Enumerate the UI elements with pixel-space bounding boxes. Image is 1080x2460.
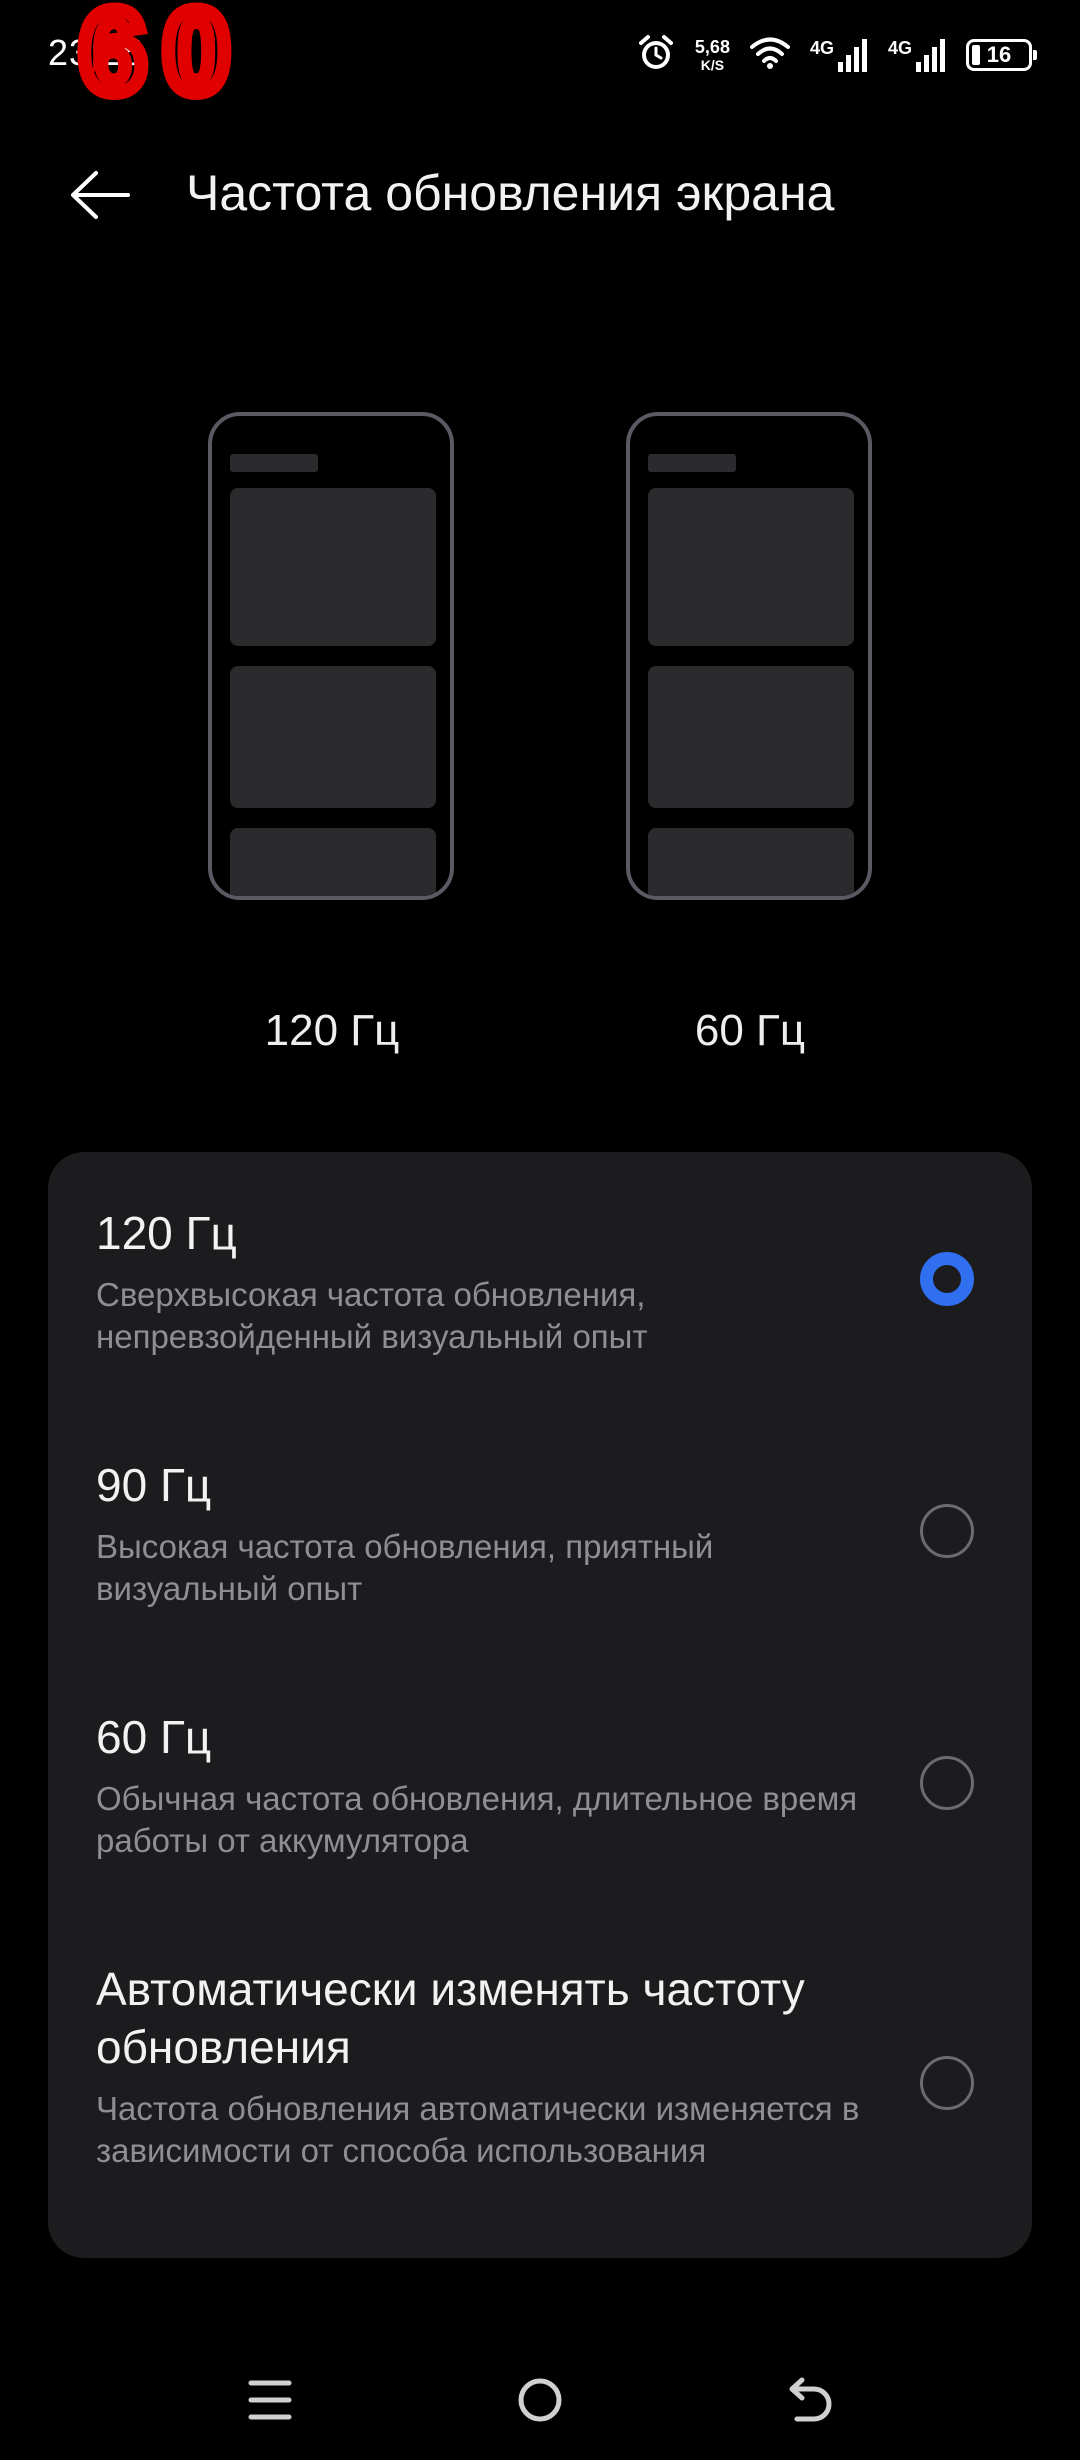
sim1-label: 4G — [809, 38, 834, 58]
status-bar: 23:25 60 5,68 K/S 4G 4G 16 — [0, 0, 1080, 118]
preview-card — [648, 828, 854, 896]
navigation-bar — [0, 2340, 1080, 2460]
back-button[interactable] — [60, 160, 140, 230]
radio-auto[interactable] — [920, 2056, 974, 2110]
phone-preview-120 — [208, 412, 454, 900]
option-title: 90 Гц — [96, 1459, 212, 1511]
radio-90hz[interactable] — [920, 1504, 974, 1558]
preview-bar — [648, 454, 736, 472]
option-title: 60 Гц — [96, 1711, 212, 1763]
nav-back-button[interactable] — [770, 2360, 850, 2440]
option-title: Автоматически изменять частоту обновлени… — [96, 1963, 805, 2073]
net-speed-unit: K/S — [700, 57, 725, 73]
option-120hz[interactable]: 120 Гц Сверхвысокая частота обновления, … — [48, 1152, 1032, 1404]
return-icon — [789, 2377, 832, 2422]
signal-sim1: 4G — [810, 38, 868, 72]
preview-bar — [230, 454, 318, 472]
preview-label-120: 120 Гц — [264, 1006, 400, 1055]
option-description: Сверхвысокая частота обновления, непревз… — [96, 1276, 648, 1355]
net-speed: 5,68 K/S — [695, 37, 730, 73]
nav-recents-button[interactable] — [230, 2360, 310, 2440]
battery-level: 16 — [986, 42, 1012, 67]
sim2-label: 4G — [887, 38, 912, 58]
preview-card — [230, 666, 436, 808]
alarm-icon — [637, 33, 675, 78]
signal-icon — [837, 39, 867, 72]
nav-home-button[interactable] — [500, 2360, 580, 2440]
fps-overlay: 60 — [73, 0, 248, 118]
preview-card — [230, 488, 436, 646]
wifi-icon — [749, 36, 790, 75]
preview-label-60: 60 Гц — [694, 1006, 806, 1055]
option-title: 120 Гц — [96, 1207, 237, 1259]
refresh-rate-options: 120 Гц Сверхвысокая частота обновления, … — [48, 1152, 1032, 2258]
page-title: Частота обновления экрана — [186, 165, 835, 221]
option-description: Частота обновления автоматически изменяе… — [96, 2090, 860, 2169]
option-auto[interactable]: Автоматически изменять частоту обновлени… — [48, 1908, 1032, 2258]
battery-fill — [972, 45, 980, 65]
option-60hz[interactable]: 60 Гц Обычная частота обновления, длител… — [48, 1656, 1032, 1908]
preview-card — [230, 828, 436, 896]
net-speed-value: 5,68 — [694, 37, 730, 57]
option-90hz[interactable]: 90 Гц Высокая частота обновления, приятн… — [48, 1404, 1032, 1656]
preview-card — [648, 666, 854, 808]
header: Частота обновления экрана — [0, 150, 1080, 240]
preview-card — [648, 488, 854, 646]
refresh-rate-preview: 120 Гц 60 Гц — [0, 400, 1080, 1080]
option-description: Высокая частота обновления, приятный виз… — [96, 1528, 714, 1607]
status-icons: 5,68 K/S 4G 4G 16 — [637, 30, 1037, 80]
phone-preview-60 — [626, 412, 872, 900]
home-circle-icon — [518, 2378, 562, 2422]
option-description: Обычная частота обновления, длительное в… — [96, 1780, 858, 1859]
signal-sim2: 4G — [888, 38, 946, 72]
radio-120hz[interactable] — [920, 1252, 974, 1306]
menu-icon — [248, 2380, 292, 2420]
arrow-left-icon — [71, 171, 130, 219]
battery-icon: 16 — [966, 39, 1037, 71]
signal-icon — [916, 39, 945, 72]
radio-60hz[interactable] — [920, 1756, 974, 1810]
